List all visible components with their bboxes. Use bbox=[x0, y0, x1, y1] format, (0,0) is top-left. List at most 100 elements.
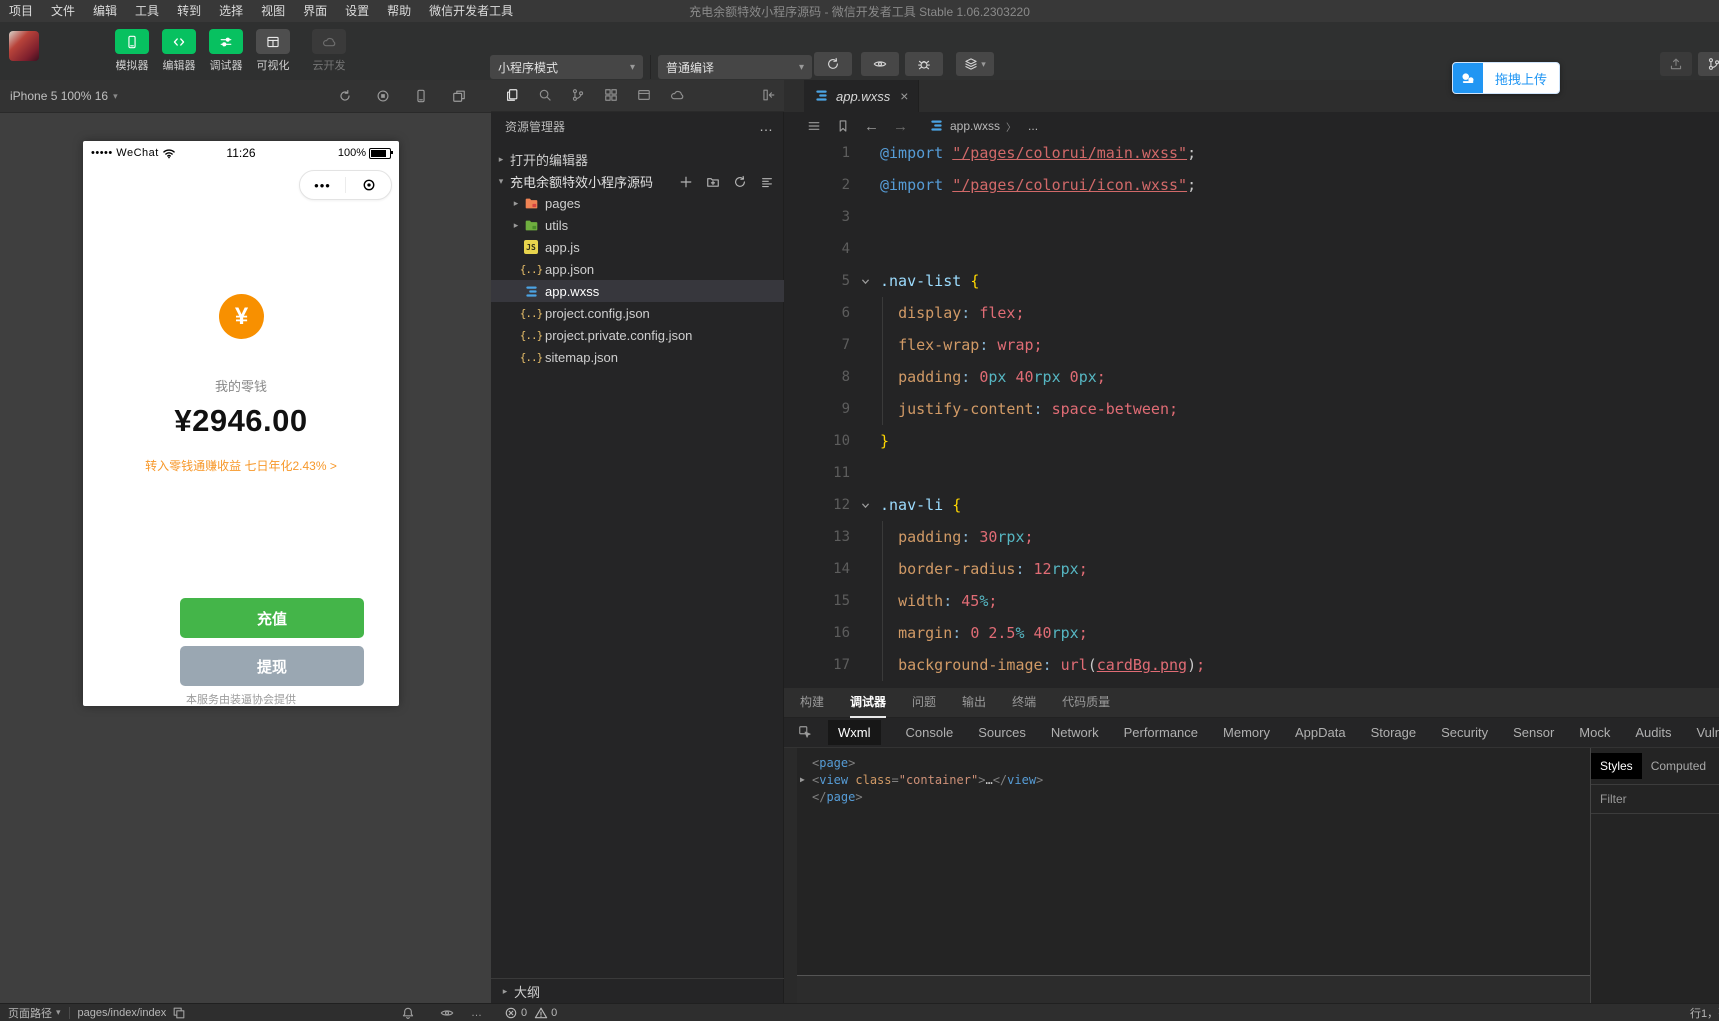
menu-item[interactable]: 编辑 bbox=[84, 0, 126, 22]
wxml-node[interactable]: < page > bbox=[797, 754, 1590, 771]
withdraw-button[interactable]: 提现 bbox=[180, 646, 364, 686]
调试器-button[interactable]: 调试器 bbox=[202, 29, 250, 73]
problems-indicator[interactable]: 0 0 bbox=[504, 1006, 557, 1020]
file-project.private.config.json[interactable]: {..} project.private.config.json bbox=[491, 324, 784, 346]
menu-item[interactable]: 界面 bbox=[294, 0, 336, 22]
forward-icon[interactable]: → bbox=[886, 118, 915, 135]
new-folder-icon[interactable] bbox=[706, 173, 720, 189]
file-utils[interactable]: ▸ utils bbox=[491, 214, 784, 236]
notifications-icon[interactable] bbox=[401, 1006, 415, 1020]
云开发-button[interactable]: 云开发 bbox=[305, 29, 353, 73]
refresh-explorer-icon[interactable] bbox=[733, 173, 747, 189]
code-line[interactable]: 6 display: flex; bbox=[784, 297, 1719, 329]
tab-app-wxss[interactable]: app.wxss × bbox=[804, 80, 920, 112]
money-fund-link[interactable]: 转入零钱通赚收益 七日年化2.43% > bbox=[83, 457, 399, 474]
devtools-tab-Network[interactable]: Network bbox=[1051, 725, 1099, 740]
code-line[interactable]: 17 background-image: url(cardBg.png); bbox=[784, 649, 1719, 681]
devtools-tab-Storage[interactable]: Storage bbox=[1371, 725, 1417, 740]
menu-item[interactable]: 帮助 bbox=[378, 0, 420, 22]
file-pages[interactable]: ▸ pages bbox=[491, 192, 784, 214]
section-open-editors[interactable]: ▸ 打开的编辑器 bbox=[491, 148, 784, 170]
menu-item[interactable]: 微信开发者工具 bbox=[420, 0, 522, 22]
code-line[interactable]: 13 padding: 30rpx; bbox=[784, 521, 1719, 553]
code-line[interactable]: 8 padding: 0px 40rpx 0px; bbox=[784, 361, 1719, 393]
device-frame-icon[interactable] bbox=[414, 87, 428, 105]
capsule-home-button[interactable] bbox=[346, 176, 391, 194]
code-line[interactable]: 14 border-radius: 12rpx; bbox=[784, 553, 1719, 585]
styles-tab-Computed[interactable]: Computed bbox=[1642, 753, 1715, 779]
collapse-sidebar-icon[interactable] bbox=[762, 87, 776, 105]
outline-list-icon[interactable] bbox=[799, 117, 828, 135]
devtools-tab-Sensor[interactable]: Sensor bbox=[1513, 725, 1554, 740]
record-icon[interactable] bbox=[376, 87, 390, 105]
compile-mode-select[interactable]: 普通编译 ▾ bbox=[658, 55, 812, 79]
devtools-tab-Console[interactable]: Console bbox=[906, 725, 954, 740]
breadcrumb-file[interactable]: app.wxss bbox=[950, 119, 1000, 133]
wxml-node[interactable]: </page > bbox=[797, 788, 1590, 805]
upload-button[interactable] bbox=[1660, 52, 1692, 76]
devtools-tab-AppData[interactable]: AppData bbox=[1295, 725, 1346, 740]
bookmark-icon[interactable] bbox=[828, 117, 857, 135]
code-editor[interactable]: 1 @import "/pages/colorui/main.wxss"; 2 … bbox=[784, 137, 1719, 681]
styles-tab-Styles[interactable]: Styles bbox=[1591, 753, 1642, 779]
devtools-tab-Security[interactable]: Security bbox=[1441, 725, 1488, 740]
breadcrumb-more[interactable]: ... bbox=[1028, 119, 1038, 133]
menu-item[interactable]: 转到 bbox=[168, 0, 210, 22]
recharge-button[interactable]: 充值 bbox=[180, 598, 364, 638]
devtools-tab-Performance[interactable]: Performance bbox=[1124, 725, 1198, 740]
copy-icon[interactable] bbox=[172, 1006, 186, 1020]
search-icon[interactable] bbox=[538, 87, 552, 105]
collapse-all-icon[interactable] bbox=[760, 173, 774, 189]
capsule-menu-button[interactable]: ••• bbox=[300, 178, 345, 193]
more-actions-icon[interactable]: … bbox=[471, 1007, 483, 1019]
popout-window-icon[interactable] bbox=[452, 87, 466, 105]
menu-item[interactable]: 设置 bbox=[336, 0, 378, 22]
device-selector[interactable]: iPhone 5 100% 16 bbox=[10, 89, 108, 103]
devtools-tab-Mock[interactable]: Mock bbox=[1579, 725, 1610, 740]
more-actions-icon[interactable]: … bbox=[759, 118, 774, 134]
可视化-button[interactable]: 可视化 bbox=[249, 29, 297, 73]
wxml-tree[interactable]: < page > ▶ < view class = "container" >… </view > <… bbox=[797, 748, 1590, 981]
debug-tab-调试器[interactable]: 调试器 bbox=[850, 688, 887, 718]
debug-tab-构建[interactable]: 构建 bbox=[800, 688, 824, 718]
code-line[interactable]: 7 flex-wrap: wrap; bbox=[784, 329, 1719, 361]
code-line[interactable]: 2 @import "/pages/colorui/icon.wxss"; bbox=[784, 169, 1719, 201]
page-path-selector[interactable]: 页面路径 ▾ bbox=[8, 1005, 61, 1021]
source-control-icon[interactable] bbox=[571, 87, 585, 105]
code-line[interactable]: 4 bbox=[784, 233, 1719, 265]
file-project.config.json[interactable]: {..} project.config.json bbox=[491, 302, 784, 324]
inspect-element-icon[interactable] bbox=[798, 724, 812, 742]
extensions-icon[interactable] bbox=[604, 87, 618, 105]
code-line[interactable]: 1 @import "/pages/colorui/main.wxss"; bbox=[784, 137, 1719, 169]
debug-tab-输出[interactable]: 输出 bbox=[962, 688, 986, 718]
menu-item[interactable]: 文件 bbox=[42, 0, 84, 22]
code-line[interactable]: 9 justify-content: space-between; bbox=[784, 393, 1719, 425]
drag-upload-overlay[interactable]: 拖拽上传 bbox=[1452, 62, 1561, 94]
styles-filter[interactable]: Filter bbox=[1591, 785, 1719, 814]
menu-item[interactable]: 视图 bbox=[252, 0, 294, 22]
file-app.wxss[interactable]: app.wxss bbox=[491, 280, 784, 302]
fold-chevron-icon[interactable] bbox=[850, 272, 880, 290]
menu-item[interactable]: 工具 bbox=[126, 0, 168, 22]
devtools-tab-Sources[interactable]: Sources bbox=[978, 725, 1026, 740]
编辑器-button[interactable]: 编辑器 bbox=[155, 29, 203, 73]
wxml-node[interactable]: ▶ < view class = "container" >… </view > bbox=[797, 771, 1590, 788]
debug-tab-问题[interactable]: 问题 bbox=[912, 688, 936, 718]
devtools-tab-Wxml[interactable]: Wxml bbox=[828, 720, 881, 745]
file-sitemap.json[interactable]: {..} sitemap.json bbox=[491, 346, 784, 368]
code-line[interactable]: 16 margin: 0 2.5% 40rpx; bbox=[784, 617, 1719, 649]
file-app.json[interactable]: {..} app.json bbox=[491, 258, 784, 280]
preview-eye-icon[interactable] bbox=[440, 1006, 454, 1020]
scheme-select[interactable]: 小程序模式 ▾ bbox=[490, 55, 643, 79]
file-app.js[interactable]: JS app.js bbox=[491, 236, 784, 258]
devtools-tab-Vulnerability[interactable]: Vulnerability bbox=[1696, 725, 1719, 740]
cloud-icon[interactable] bbox=[670, 87, 684, 105]
menu-item[interactable]: 项目 bbox=[0, 0, 42, 22]
avatar[interactable] bbox=[9, 31, 39, 61]
files-icon[interactable] bbox=[505, 87, 519, 105]
section-project-root[interactable]: ▾ 充电余额特效小程序源码 bbox=[491, 170, 784, 192]
debug-tab-代码质量[interactable]: 代码质量 bbox=[1062, 688, 1110, 718]
outline-section[interactable]: ▸ 大纲 bbox=[491, 978, 784, 1003]
debug-tab-终端[interactable]: 终端 bbox=[1012, 688, 1036, 718]
code-line[interactable]: 10 } bbox=[784, 425, 1719, 457]
